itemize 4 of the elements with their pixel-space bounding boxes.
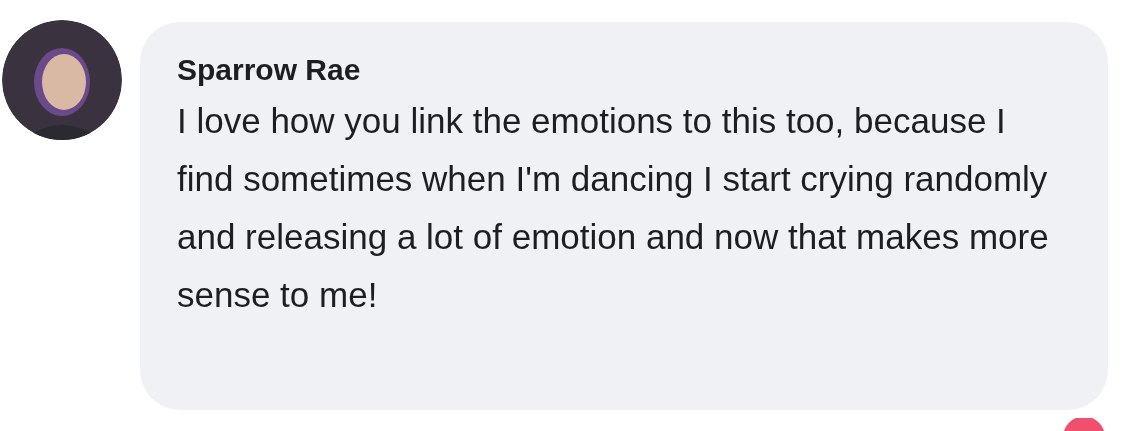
comment-text: I love how you link the emotions to this too, because I find sometimes when I'm dancing I start crying randomly and releasing a lot of emotion and now that makes more sense to me! — [177, 100, 1050, 316]
reaction-icon — [1062, 418, 1106, 431]
author-name[interactable]: Sparrow Rae — [177, 50, 1078, 90]
avatar[interactable] — [2, 20, 122, 140]
